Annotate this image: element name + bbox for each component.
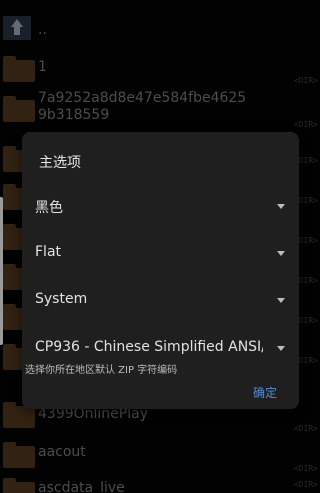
select-value: 黑色 <box>35 200 63 216</box>
select-value: System <box>35 291 88 307</box>
dialog-title: 主选项 <box>39 155 81 171</box>
main-options-dialog: 主选项 黑色 Flat System CP936 - Chinese Simpl… <box>22 132 299 409</box>
file-manager-screen: .. 1 <DIR> 7a9252a8d8e47e584fbe4625 9b31… <box>0 0 320 493</box>
chevron-down-icon <box>277 251 285 256</box>
ok-button[interactable]: 确定 <box>249 382 281 403</box>
language-select[interactable]: System <box>35 283 285 319</box>
chevron-down-icon <box>277 204 285 209</box>
encoding-hint: 选择你所在地区默认 ZIP 字符编码 <box>25 365 178 376</box>
select-value: Flat <box>35 244 62 260</box>
chevron-down-icon <box>277 298 285 303</box>
chevron-down-icon <box>277 346 285 351</box>
scroll-handle[interactable] <box>0 197 3 345</box>
theme-color-select[interactable]: 黑色 <box>35 189 285 225</box>
select-value: CP936 - Chinese Simplified ANSI/... <box>35 339 263 355</box>
style-select[interactable]: Flat <box>35 236 285 272</box>
